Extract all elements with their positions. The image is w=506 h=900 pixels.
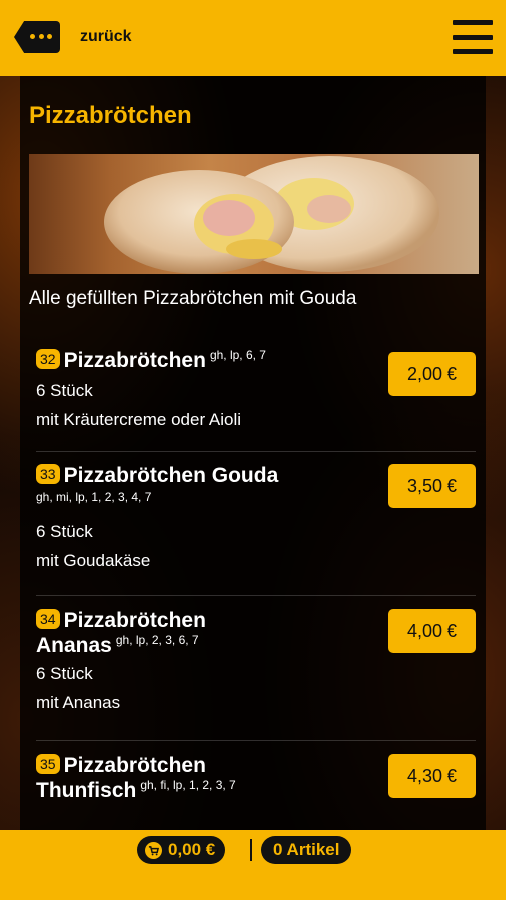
- back-dots-icon: [30, 34, 52, 40]
- item-name: Ananas: [36, 634, 112, 657]
- item-number: 33: [36, 464, 60, 484]
- pizza-rolls-illustration: [104, 156, 439, 274]
- category-description: Alle gefüllten Pizzabrötchen mit Gouda: [29, 288, 357, 309]
- menu-panel: Pizzabrötchen Alle gefüllten Pizzabrötch…: [20, 76, 486, 830]
- add-to-cart-price-button[interactable]: 4,30 €: [388, 754, 476, 798]
- divider: [36, 595, 476, 596]
- item-name: Pizzabrötchen: [63, 754, 206, 777]
- back-label[interactable]: zurück: [80, 28, 132, 46]
- articles-button[interactable]: 0 Artikel: [261, 836, 352, 864]
- item-detail: 6 Stück: [36, 522, 93, 541]
- divider: [36, 451, 476, 452]
- item-name: Pizzabrötchen: [63, 349, 206, 372]
- category-title: Pizzabrötchen: [29, 102, 192, 129]
- item-name: Pizzabrötchen Gouda: [63, 464, 279, 487]
- category-image: [29, 154, 479, 274]
- menu-icon[interactable]: [453, 20, 493, 54]
- divider: [36, 740, 476, 741]
- item-allergens: gh, lp, 6, 7: [209, 348, 266, 362]
- top-bar: zurück: [0, 0, 506, 76]
- item-detail: 6 Stück: [36, 664, 93, 683]
- item-allergens: gh, lp, 2, 3, 6, 7: [115, 633, 199, 647]
- add-to-cart-price-button[interactable]: 2,00 €: [388, 352, 476, 396]
- menu-item[interactable]: 35 Pizzabrötchen Thunfisch gh, fi, lp, 1, …: [36, 754, 476, 803]
- menu-item[interactable]: 33 Pizzabrötchen Gouda gh, mi, lp, 1, 2, …: [36, 464, 476, 571]
- add-to-cart-price-button[interactable]: 3,50 €: [388, 464, 476, 508]
- cart-button[interactable]: 0,00 €: [137, 836, 226, 864]
- item-allergens: gh, fi, lp, 1, 2, 3, 7: [140, 778, 236, 792]
- item-number: 32: [36, 349, 60, 369]
- cart-icon: [145, 841, 162, 859]
- footer-divider: [250, 839, 252, 861]
- item-detail: mit Goudakäse: [36, 551, 151, 570]
- item-detail: mit Kräutercreme oder Aioli: [36, 410, 242, 429]
- item-number: 35: [36, 754, 60, 774]
- item-name: Pizzabrötchen: [63, 609, 206, 632]
- item-name: Thunfisch: [36, 779, 137, 802]
- item-detail: mit Ananas: [36, 693, 121, 712]
- item-number: 34: [36, 609, 60, 629]
- menu-item[interactable]: 34 Pizzabrötchen Ananas gh, lp, 2, 3, 6, 7…: [36, 609, 476, 713]
- back-button[interactable]: [14, 21, 60, 53]
- cart-footer: 0,00 € 0 Artikel: [0, 830, 506, 900]
- add-to-cart-price-button[interactable]: 4,00 €: [388, 609, 476, 653]
- articles-count: 0 Artikel: [273, 840, 340, 859]
- menu-item[interactable]: 32 Pizzabrötchen gh, lp, 6, 7 6 Stück mit …: [36, 348, 476, 430]
- cart-total: 0,00 €: [168, 840, 216, 859]
